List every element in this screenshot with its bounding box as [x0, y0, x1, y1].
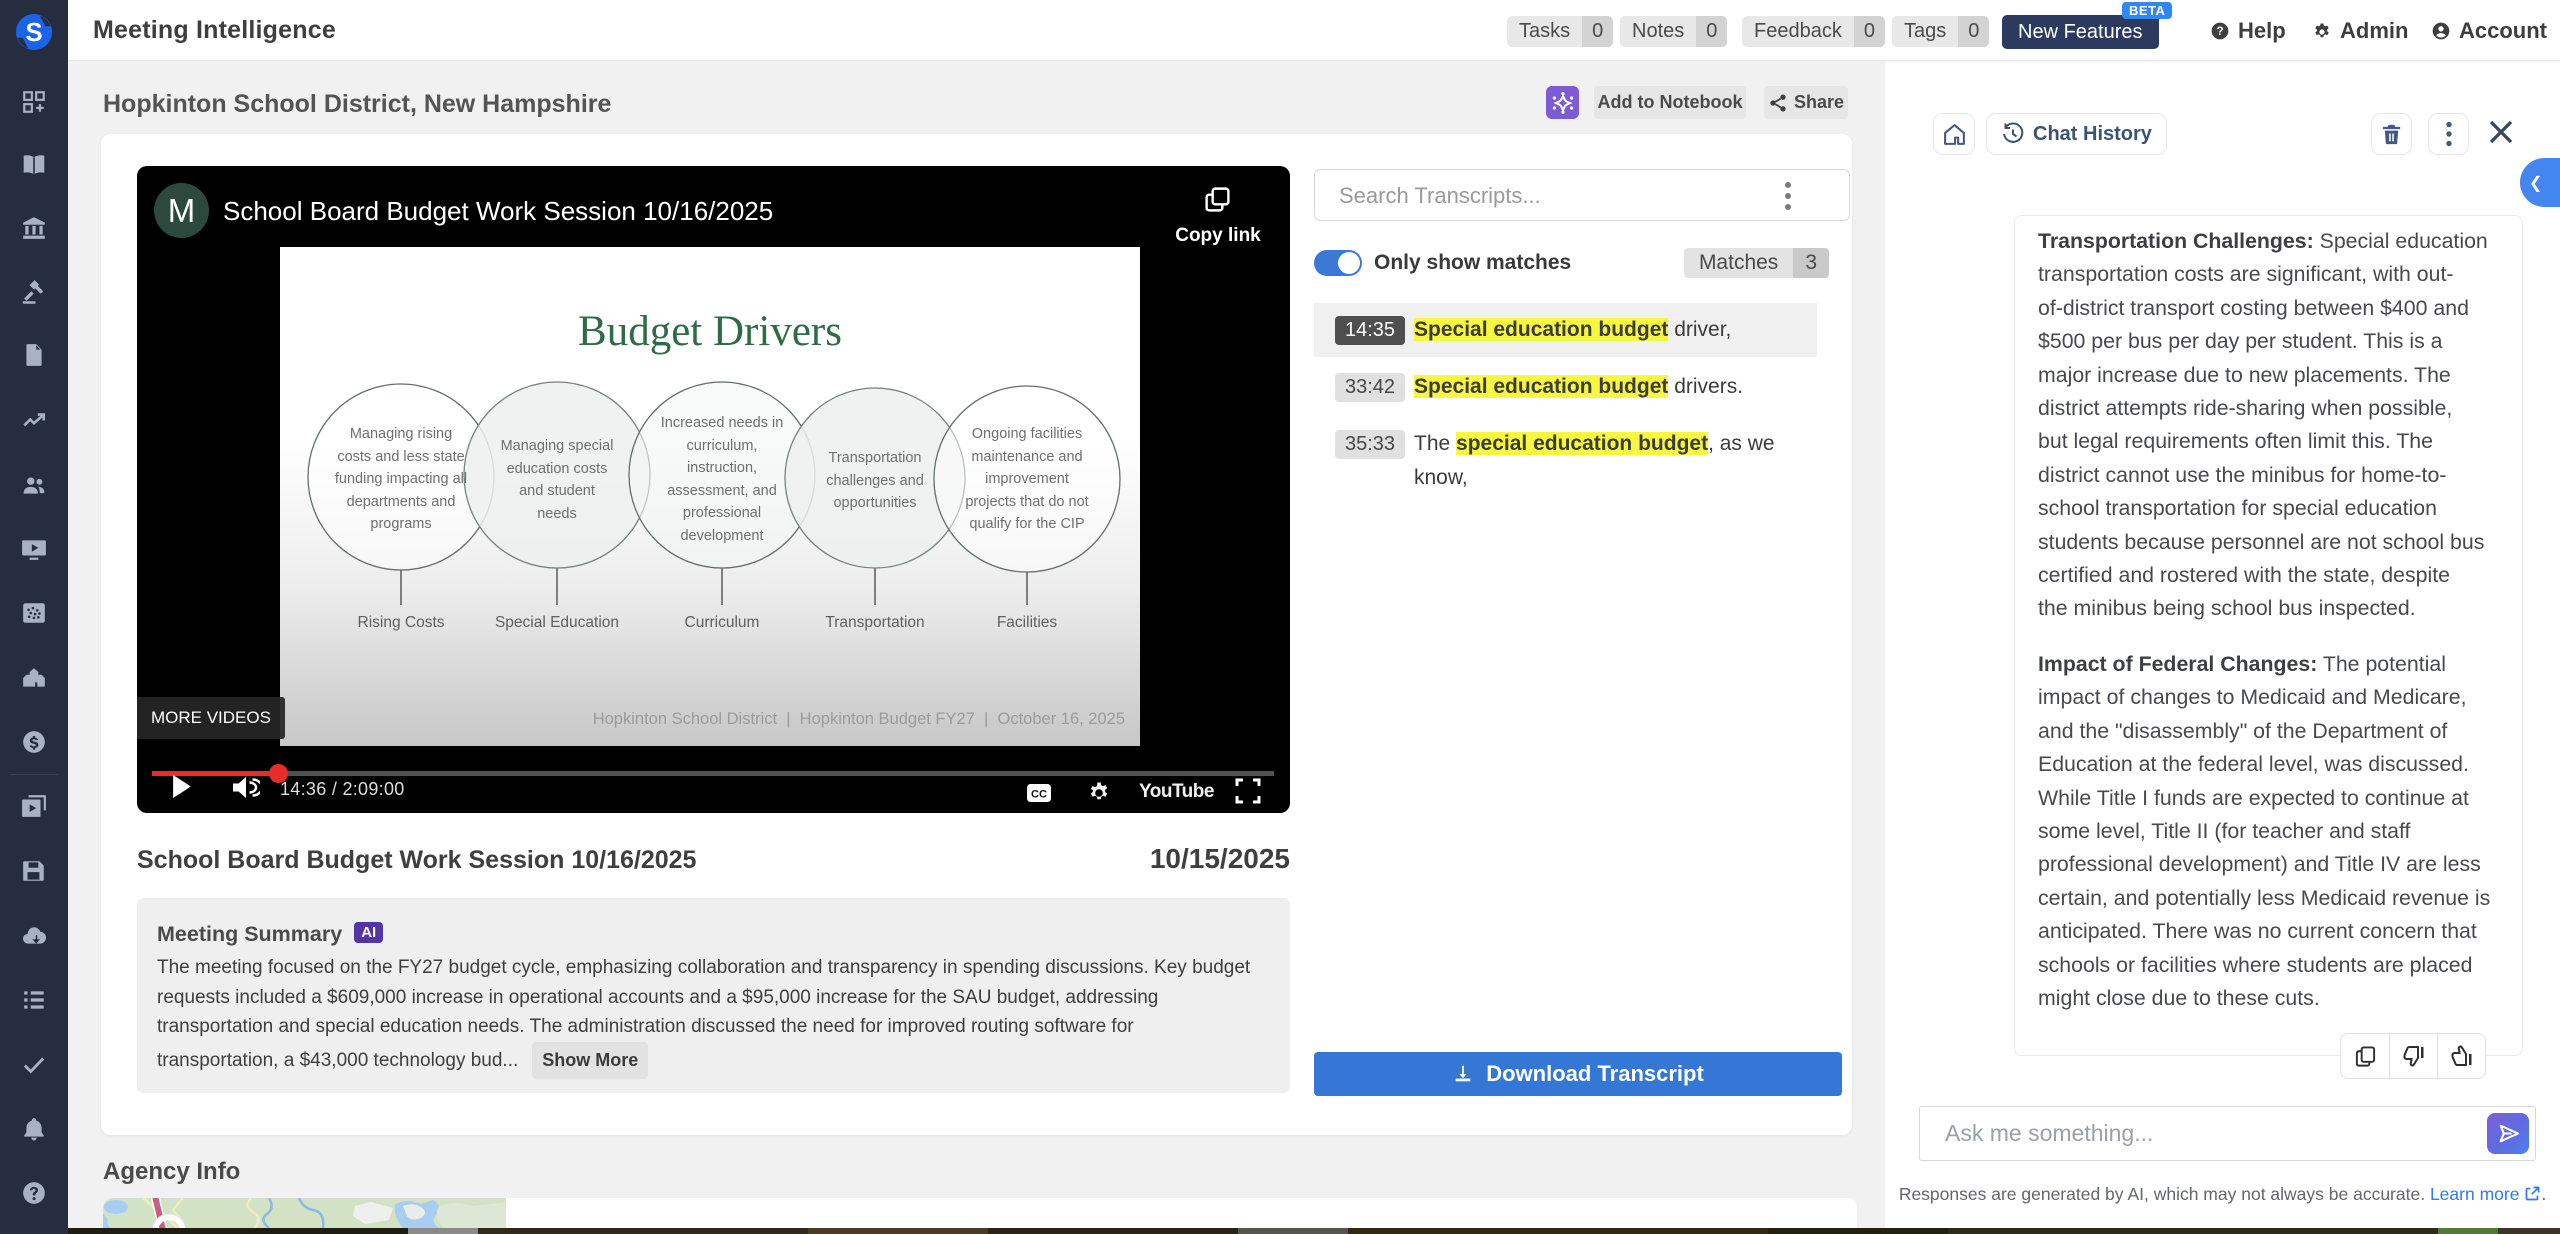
svg-text:?: ?: [2216, 25, 2223, 38]
svg-text:S: S: [25, 19, 42, 47]
svg-text:CC: CC: [1031, 789, 1047, 801]
